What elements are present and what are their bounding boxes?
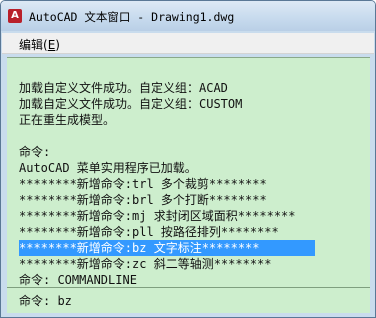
- history-line: ********新增命令:zc 斜二等轴测********: [19, 257, 272, 271]
- window-title: AutoCAD 文本窗口 - Drawing1.dwg: [29, 10, 235, 24]
- title-bar[interactable]: A AutoCAD 文本窗口 - Drawing1.dwg: [1, 1, 375, 31]
- history-line: 命令: COMMANDLINE: [19, 273, 137, 287]
- history-line: ********新增命令:trl 多个裁剪********: [19, 177, 267, 191]
- menu-edit[interactable]: 编辑(E): [19, 36, 60, 53]
- history-line: 加载自定义文件成功。自定义组：CUSTOM: [19, 97, 243, 111]
- history-line: 正在重生成模型。: [19, 113, 116, 127]
- autocad-text-window: A AutoCAD 文本窗口 - Drawing1.dwg 编辑(E) 加载自定…: [0, 0, 376, 318]
- window-bottom-border: [1, 313, 375, 317]
- menu-edit-label: 编辑: [19, 38, 44, 52]
- menu-edit-accelerator: E: [47, 38, 56, 52]
- command-input-pane[interactable]: 命令: bz: [7, 287, 370, 314]
- history-line: 命令:: [19, 145, 51, 159]
- history-line: ********新增命令:pll 按路径排列********: [19, 225, 279, 239]
- menu-bar: 编辑(E): [2, 33, 374, 54]
- command-history-pane[interactable]: 加载自定义文件成功。自定义组：ACAD 加载自定义文件成功。自定义组：CUSTO…: [7, 57, 370, 288]
- history-line: ********新增命令:brl 多个打断********: [19, 193, 267, 207]
- history-line: AutoCAD 菜单实用程序已加载。: [19, 161, 197, 175]
- command-input[interactable]: 命令: bz: [19, 293, 72, 309]
- history-line: ********新增命令:mj 求封闭区域面积********: [19, 209, 296, 223]
- autocad-app-icon: A: [8, 9, 22, 23]
- history-line-selected: ********新增命令:bz 文字标注********: [19, 240, 315, 256]
- history-line: 加载自定义文件成功。自定义组：ACAD: [19, 81, 228, 95]
